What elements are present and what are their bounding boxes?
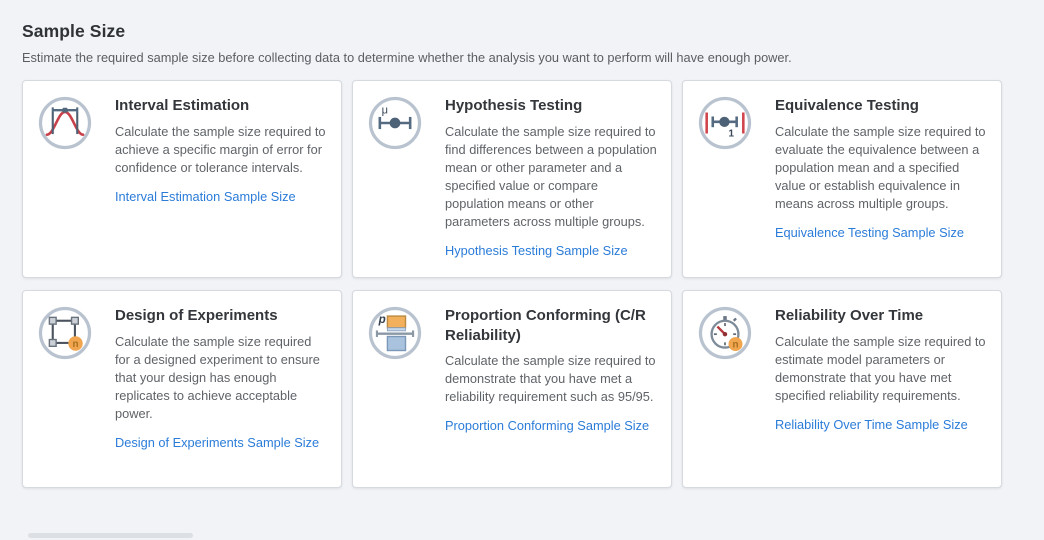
card-title: Design of Experiments bbox=[115, 306, 327, 326]
card-title: Proportion Conforming (C/R Reliability) bbox=[445, 306, 657, 345]
equivalence-testing-icon: 1 bbox=[697, 95, 753, 151]
design-of-experiments-link[interactable]: Design of Experiments Sample Size bbox=[115, 435, 319, 450]
hypothesis-testing-icon: μ bbox=[367, 95, 423, 151]
card-description: Calculate the sample size required to ac… bbox=[115, 123, 327, 177]
interval-estimation-icon bbox=[37, 95, 93, 151]
card-description: Calculate the sample size required to de… bbox=[445, 352, 657, 406]
card-title: Equivalence Testing bbox=[775, 96, 987, 116]
page-subtitle: Estimate the required sample size before… bbox=[22, 50, 1022, 65]
one-label: 1 bbox=[729, 128, 735, 139]
card-reliability-over-time: n Reliability Over Time Calculate the sa… bbox=[682, 290, 1002, 488]
reliability-over-time-link[interactable]: Reliability Over Time Sample Size bbox=[775, 417, 968, 432]
n-label: n bbox=[732, 339, 738, 350]
p-label: p bbox=[378, 313, 386, 326]
hypothesis-testing-link[interactable]: Hypothesis Testing Sample Size bbox=[445, 243, 628, 258]
card-description: Calculate the sample size required to ev… bbox=[775, 123, 987, 214]
card-title: Reliability Over Time bbox=[775, 306, 987, 326]
card-equivalence-testing: 1 Equivalence Testing Calculate the samp… bbox=[682, 80, 1002, 278]
page-header: Sample Size Estimate the required sample… bbox=[0, 0, 1044, 65]
card-description: Calculate the sample size required for a… bbox=[115, 333, 327, 424]
horizontal-scrollbar-thumb[interactable] bbox=[28, 533, 193, 538]
interval-estimation-link[interactable]: Interval Estimation Sample Size bbox=[115, 189, 296, 204]
card-interval-estimation: Interval Estimation Calculate the sample… bbox=[22, 80, 342, 278]
card-design-of-experiments: n Design of Experiments Calculate the sa… bbox=[22, 290, 342, 488]
design-of-experiments-icon: n bbox=[37, 305, 93, 361]
sample-size-card-grid: Interval Estimation Calculate the sample… bbox=[22, 80, 1002, 488]
equivalence-testing-link[interactable]: Equivalence Testing Sample Size bbox=[775, 225, 964, 240]
mu-label: μ bbox=[382, 105, 388, 117]
page-title: Sample Size bbox=[22, 21, 1022, 42]
reliability-over-time-icon: n bbox=[697, 305, 753, 361]
card-description: Calculate the sample size required to es… bbox=[775, 333, 987, 406]
proportion-conforming-icon: p bbox=[367, 305, 423, 361]
card-title: Interval Estimation bbox=[115, 96, 327, 116]
proportion-conforming-link[interactable]: Proportion Conforming Sample Size bbox=[445, 418, 649, 433]
n-label: n bbox=[72, 339, 78, 350]
card-proportion-conforming: p Proportion Conforming (C/R Reliability… bbox=[352, 290, 672, 488]
card-description: Calculate the sample size required to fi… bbox=[445, 123, 657, 232]
card-hypothesis-testing: μ Hypothesis Testing Calculate the sampl… bbox=[352, 80, 672, 278]
card-title: Hypothesis Testing bbox=[445, 96, 657, 116]
